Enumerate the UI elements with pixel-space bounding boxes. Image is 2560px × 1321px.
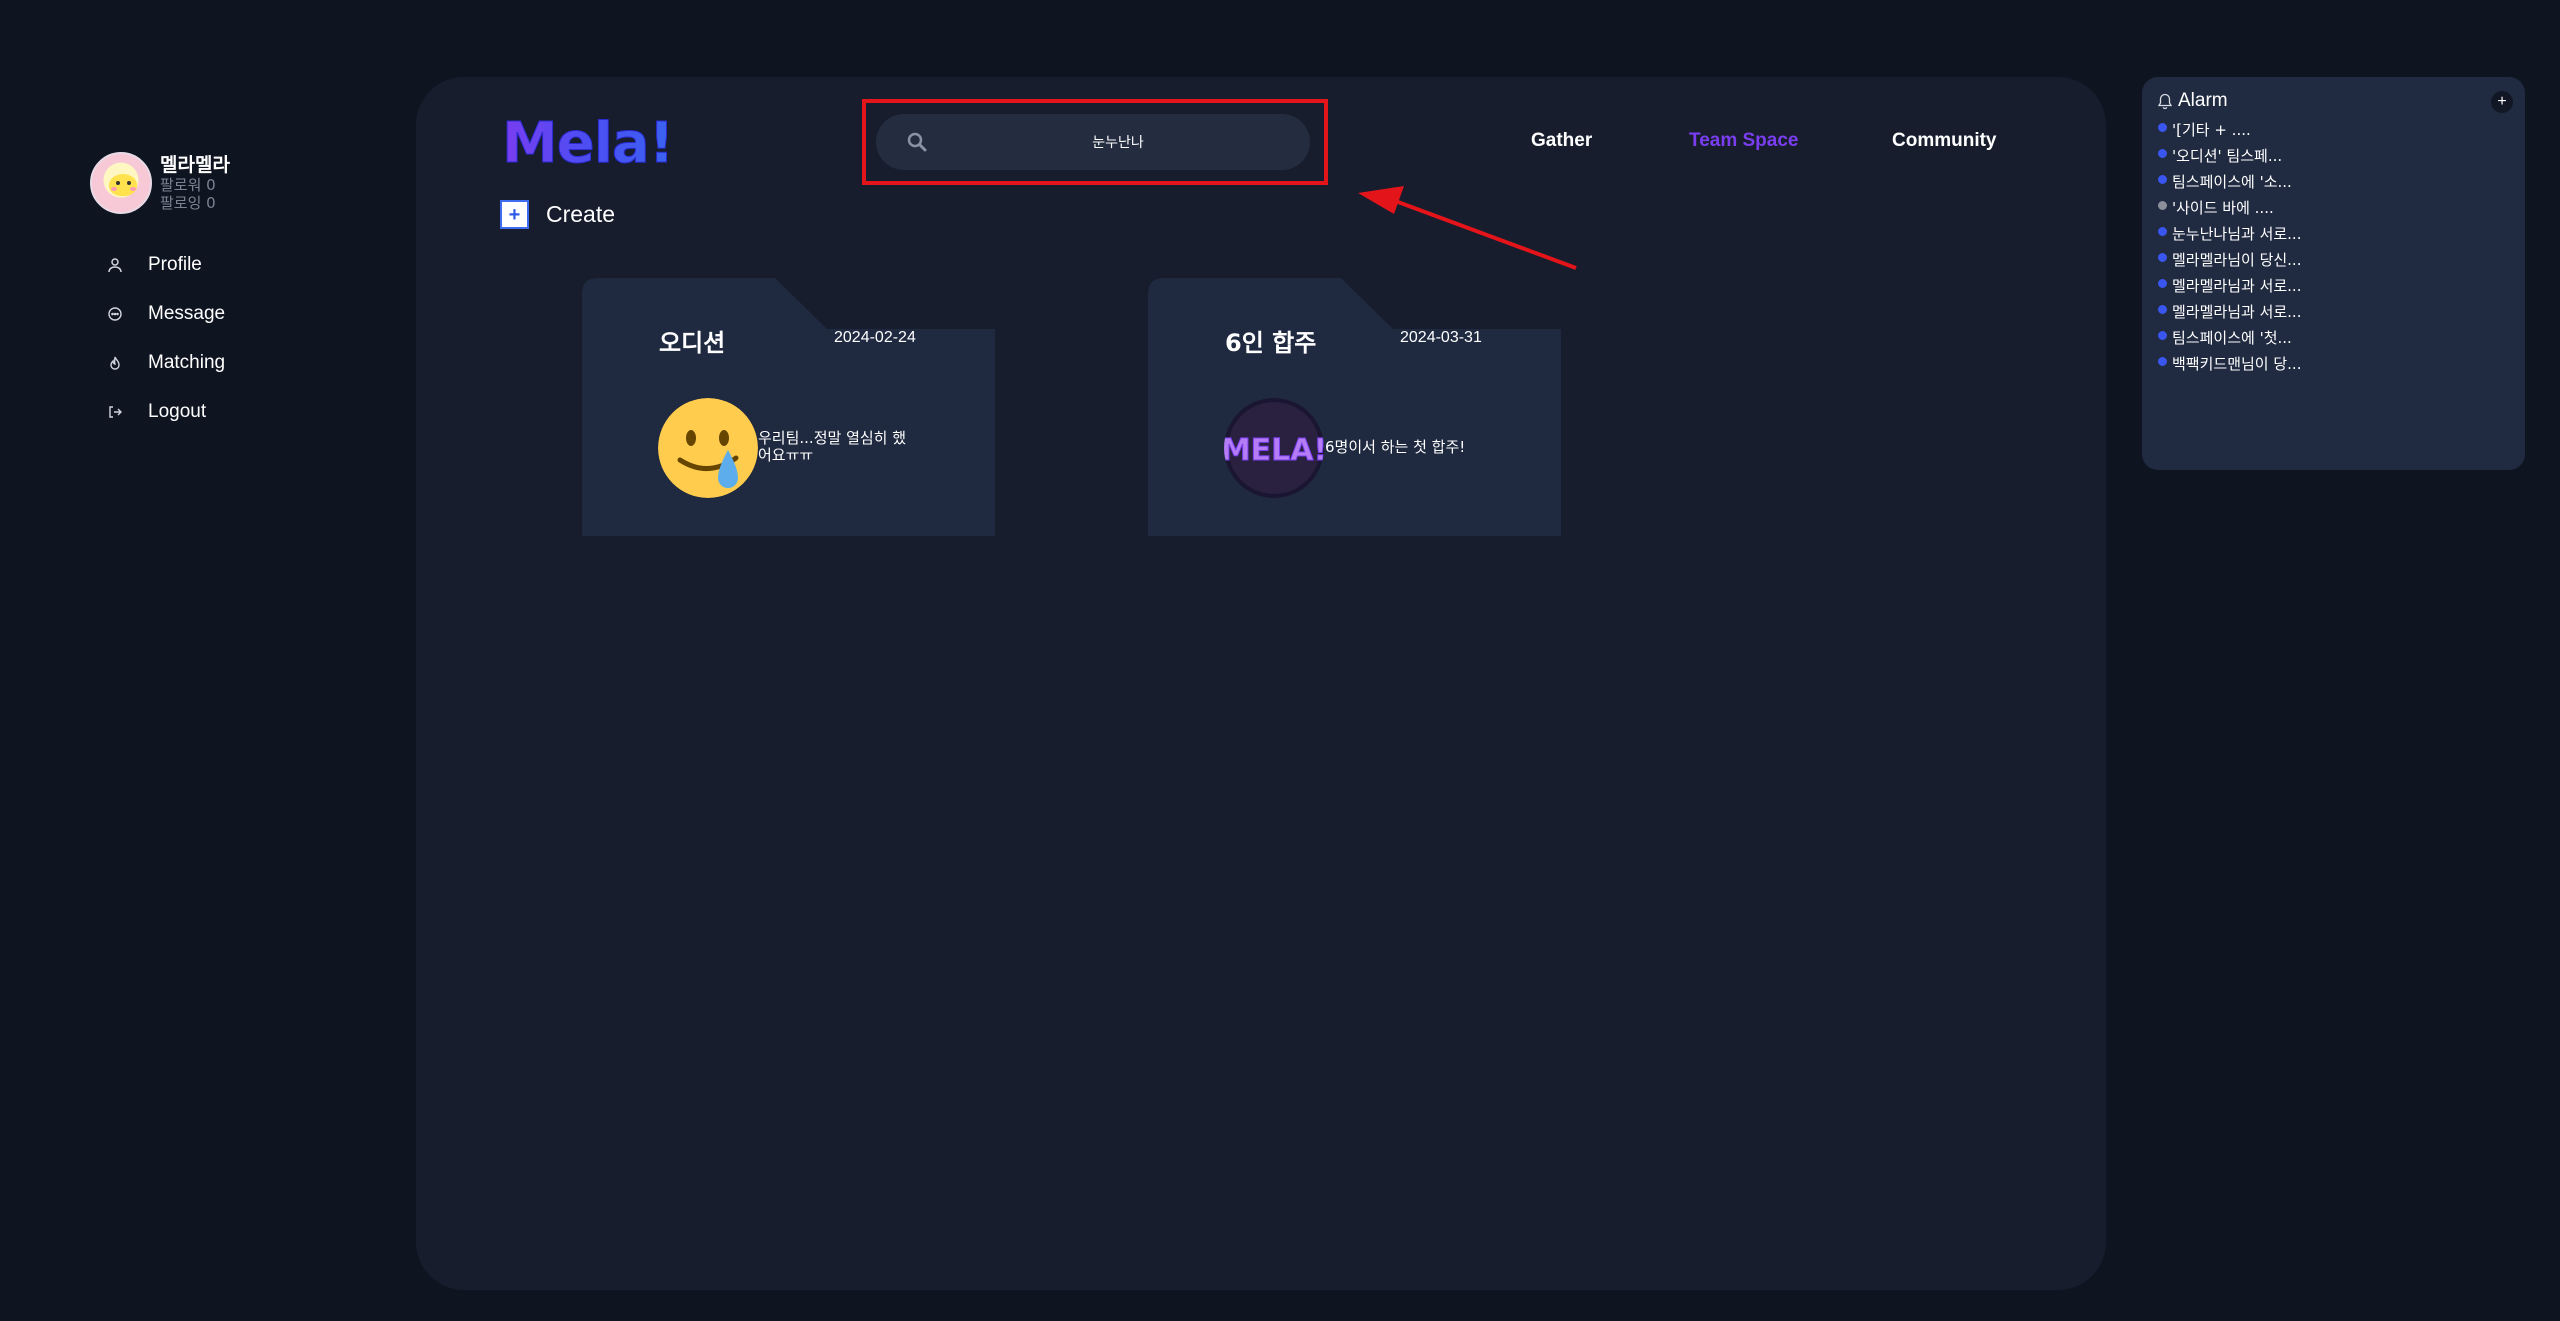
nav-gather[interactable]: Gather [1531,130,1592,152]
alarm-text: 멜라멜라님과 서로... [2172,276,2302,295]
avatar-eye [116,181,120,185]
search-icon [907,132,927,152]
unread-dot-icon [2158,330,2167,340]
alarm-list: '[기타 + .... '오디션' 팀스페... 팀스페이스에 '소... '사… [2158,116,2301,376]
card-description: 6명이서 하는 첫 합주! [1325,438,1466,456]
card-date: 2024-03-31 [1400,329,1482,346]
read-dot-icon [2158,200,2167,210]
folder-shape [1148,278,1561,536]
alarm-panel: Alarm + '[기타 + .... '오디션' 팀스페... 팀스페이스에 … [2142,77,2525,470]
plus-icon: + [500,200,529,229]
card-description: 우리팀...정말 열심히 했어요ㅠㅠ [758,429,907,464]
team-card[interactable]: 6인 합주 2024-03-31 MELA! 6명이서 하는 첫 합주! [1148,278,1561,536]
side-nav-label: Logout [148,400,207,422]
crying-smile-emoji-icon [658,398,758,498]
search-input[interactable] [936,114,1300,170]
alarm-item[interactable]: 멜라멜라님과 서로... [2158,272,2301,298]
side-nav-logout[interactable]: Logout [104,387,225,436]
profile-name: 멜라멜라 [160,154,230,176]
alarm-item[interactable]: 팀스페이스에 '첫... [2158,324,2301,350]
card-title: 오디션 [659,329,726,357]
alarm-text: '오디션' 팀스페... [2172,146,2283,165]
avatar-cheek [111,187,117,191]
bell-icon [2157,93,2173,109]
red-arrow-annotation [1358,186,1577,270]
unread-dot-icon [2158,304,2167,314]
alarm-item[interactable]: 멜라멜라님이 당신... [2158,246,2301,272]
logo-text: Mela! [502,111,673,172]
card-title: 6인 합주 [1225,329,1317,357]
alarm-item[interactable]: 멜라멜라님과 서로... [2158,298,2301,324]
alarm-item[interactable]: '오디션' 팀스페... [2158,142,2301,168]
user-icon [104,254,126,276]
logout-icon [104,401,126,423]
alarm-item[interactable]: 백팩키드맨님이 당... [2158,350,2301,376]
alarm-text: 팀스페이스에 '소... [2172,172,2292,191]
alarm-text: 백팩키드맨님이 당... [2172,354,2302,373]
unread-dot-icon [2158,226,2167,236]
alarm-item[interactable]: '사이드 바에 .... [2158,194,2301,220]
unread-dot-icon [2158,252,2167,262]
alarm-item[interactable]: '[기타 + .... [2158,116,2301,142]
avatar[interactable] [90,152,152,214]
nav-team-space[interactable]: Team Space [1689,130,1798,152]
side-nav: Profile Message Matching Logout [104,240,225,436]
avatar-cheek [130,187,136,191]
thumbnail-text: MELA! [1224,433,1324,468]
side-nav-label: Message [148,302,226,324]
nav-community[interactable]: Community [1892,130,1997,152]
main-panel [416,77,2106,1290]
search-bar[interactable] [876,114,1310,170]
team-card[interactable]: 오디션 2024-02-24 우리팀...정말 열심히 했어요ㅠㅠ [582,278,995,536]
alarm-text: '사이드 바에 .... [2172,198,2274,217]
side-nav-profile[interactable]: Profile [104,240,225,289]
unread-dot-icon [2158,122,2167,132]
followers-count[interactable]: 팔로워 0 [160,176,230,194]
alarm-text: 팀스페이스에 '첫... [2172,328,2292,347]
unread-dot-icon [2158,278,2167,288]
alarm-text: '[기타 + .... [2172,120,2251,139]
side-nav-message[interactable]: Message [104,289,225,338]
unread-dot-icon [2158,174,2167,184]
flame-icon [104,352,126,374]
card-date: 2024-02-24 [834,329,916,346]
alarm-item[interactable]: 팀스페이스에 '소... [2158,168,2301,194]
side-nav-matching[interactable]: Matching [104,338,225,387]
avatar-face [109,174,137,196]
following-count[interactable]: 팔로잉 0 [160,194,230,212]
unread-dot-icon [2158,356,2167,366]
alarm-text: 멜라멜라님과 서로... [2172,302,2302,321]
alarm-item[interactable]: 눈누난나님과 서로... [2158,220,2301,246]
create-label: Create [546,201,616,227]
folder-shape [582,278,995,536]
side-nav-label: Matching [148,351,226,373]
alarm-text: 눈누난나님과 서로... [2172,224,2302,243]
mela-logo[interactable]: Mela! [500,110,690,173]
profile-card[interactable]: 멜라멜라 팔로워 0 팔로잉 0 [90,152,230,214]
mela-thumbnail-image: MELA! [1224,398,1324,498]
unread-dot-icon [2158,148,2167,158]
alarm-text: 멜라멜라님이 당신... [2172,250,2302,269]
alarm-title: Alarm [2178,90,2228,111]
alarm-add-button[interactable]: + [2491,91,2513,113]
side-nav-label: Profile [148,253,202,275]
create-button[interactable]: + Create [500,200,615,229]
avatar-eye [127,181,131,185]
message-icon [104,303,126,325]
